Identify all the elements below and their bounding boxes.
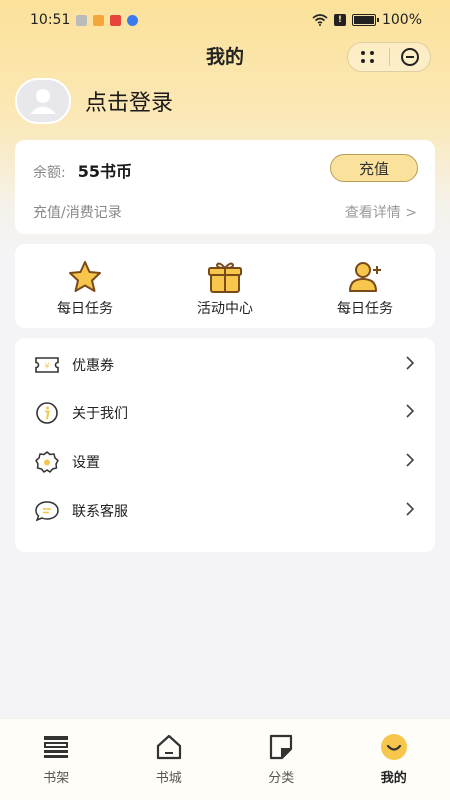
- quick-action-daily-task-2[interactable]: 每日任务: [295, 244, 435, 328]
- category-icon: [270, 734, 293, 760]
- avatar[interactable]: [15, 78, 71, 124]
- login-prompt[interactable]: 点击登录: [85, 85, 173, 117]
- records-link[interactable]: 充值/消费记录: [33, 202, 122, 222]
- tab-bookstore[interactable]: 书城: [113, 719, 226, 800]
- status-time: 10:51: [30, 12, 71, 28]
- balance-card: 余额: 55书币 充值 充值/消费记录 查看详情 >: [15, 140, 435, 234]
- status-left: 10:51: [30, 12, 139, 28]
- chevron-right-icon: [406, 356, 415, 370]
- sim-alert-icon: !: [333, 14, 346, 26]
- chevron-right-icon: [406, 502, 415, 516]
- quick-action-label: 每日任务: [337, 301, 393, 317]
- close-icon: [400, 48, 419, 66]
- notification-icon: [93, 14, 105, 26]
- notification-icon: [76, 14, 88, 26]
- more-button[interactable]: [348, 43, 389, 71]
- user-avatar-icon: [30, 89, 56, 114]
- status-right: ! 100%: [312, 12, 422, 28]
- menu-item-customer-service[interactable]: 联系客服: [15, 487, 435, 535]
- menu-item-label: 关于我们: [72, 406, 128, 422]
- balance-label: 余额:: [33, 165, 66, 181]
- tab-label: 书城: [155, 771, 182, 786]
- quick-actions-card: 每日任务 活动中心 每日任务: [15, 244, 435, 328]
- battery-level: [353, 16, 374, 24]
- tab-label: 我的: [380, 771, 407, 786]
- menu-item-label: 联系客服: [72, 504, 128, 520]
- balance-value: 55书币: [77, 162, 132, 181]
- status-bar: 10:51 ! 100%: [0, 0, 450, 40]
- info-icon: [36, 402, 58, 424]
- mini-program-capsule: [347, 42, 431, 72]
- coupon-icon: ¥: [35, 357, 59, 373]
- home-icon: [156, 734, 181, 760]
- user-add-icon: [349, 262, 381, 292]
- quick-action-daily-task[interactable]: 每日任务: [15, 244, 155, 328]
- svg-text:¥: ¥: [44, 362, 49, 371]
- balance-row: 余额: 55书币: [33, 158, 132, 182]
- smile-icon: [380, 734, 407, 760]
- menu-item-label: 设置: [72, 455, 100, 471]
- quick-action-label: 每日任务: [57, 301, 113, 317]
- wifi-icon: [312, 14, 328, 26]
- chat-icon: [35, 501, 59, 522]
- menu-item-about-us[interactable]: 关于我们: [15, 389, 435, 437]
- profile-login[interactable]: 点击登录: [15, 78, 173, 124]
- menu-item-coupon[interactable]: ¥ 优惠券: [15, 341, 435, 389]
- battery-icon: [351, 14, 379, 26]
- notification-icon: [127, 14, 139, 26]
- bookshelf-icon: [44, 736, 69, 758]
- tab-label: 分类: [268, 771, 295, 786]
- menu-card: ¥ 优惠券 关于我们 设置 联系客服: [15, 338, 435, 552]
- view-details-link[interactable]: 查看详情 >: [345, 202, 417, 222]
- star-icon: [69, 261, 101, 292]
- tab-mine[interactable]: 我的: [338, 719, 450, 800]
- tab-label: 书架: [43, 771, 70, 786]
- tab-category[interactable]: 分类: [225, 719, 338, 800]
- close-button[interactable]: [389, 43, 430, 71]
- chevron-right-icon: [406, 453, 415, 467]
- tab-bookshelf[interactable]: 书架: [0, 719, 113, 800]
- quick-action-label: 活动中心: [197, 301, 253, 317]
- gift-icon: [208, 262, 242, 293]
- gear-icon: [35, 451, 59, 473]
- recharge-button[interactable]: 充值: [330, 154, 418, 182]
- notification-icon: [110, 14, 122, 26]
- menu-item-label: 优惠券: [72, 358, 114, 374]
- chevron-right-icon: [406, 404, 415, 418]
- bottom-tab-bar: 书架 书城 分类 我的: [0, 718, 450, 800]
- battery-percent: 100%: [381, 12, 422, 28]
- more-dots-icon: [361, 51, 375, 63]
- menu-item-settings[interactable]: 设置: [15, 438, 435, 486]
- quick-action-activity-center[interactable]: 活动中心: [155, 244, 295, 328]
